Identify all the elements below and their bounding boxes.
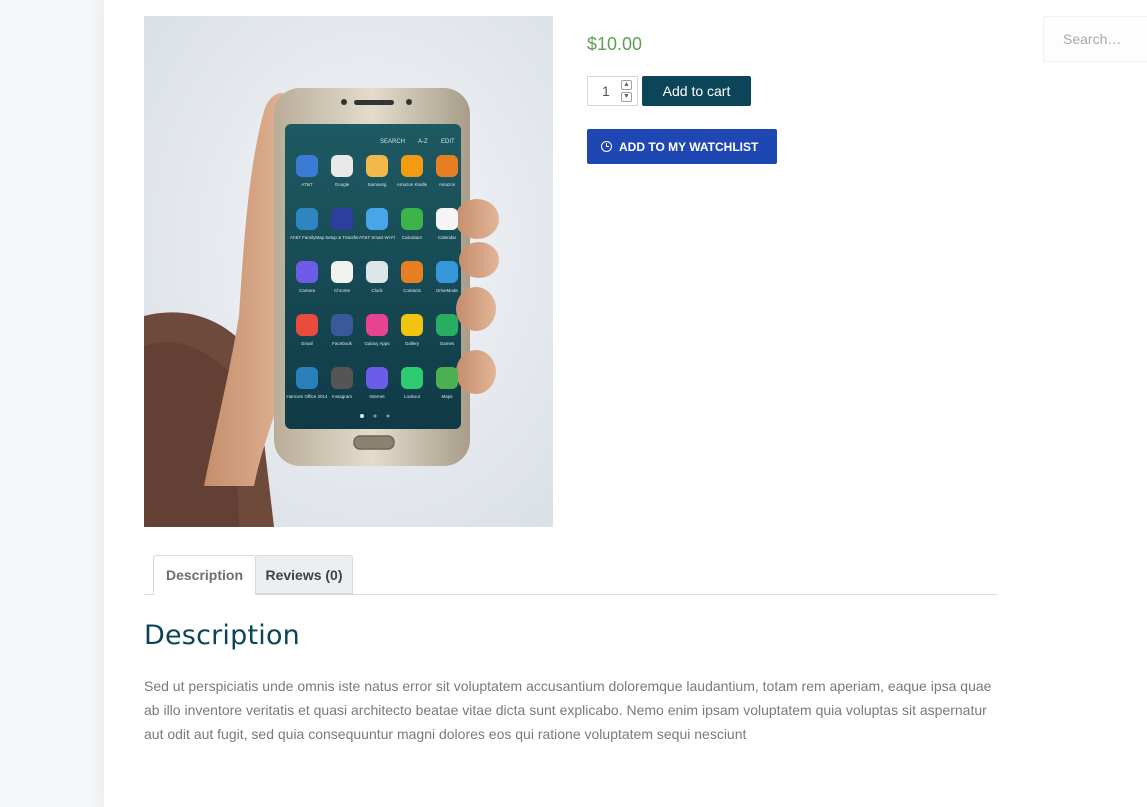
phone-app-icon [331,367,353,389]
phone-app-icon [366,155,388,177]
tab-reviews[interactable]: Reviews (0) [255,555,353,594]
search-box[interactable] [1043,16,1147,62]
quantity-stepper[interactable]: 1 ▲ ▼ [587,76,638,106]
quantity-value[interactable]: 1 [602,83,610,99]
phone-app-icon [401,367,423,389]
phone-app-label: Gallery [405,341,420,346]
phone-app-icon [296,314,318,336]
description-heading: Description [144,620,300,651]
phone-illustration: SEARCH A-Z EDIT AT&T Google Samsung Amazon … [144,16,553,527]
phone-app-icon [331,208,353,230]
phone-app-icon [436,261,458,283]
phone-app-label: Instagram [332,394,352,399]
phone-app-label: Internet [369,394,385,399]
phone-app-label: Calculator [402,235,423,240]
phone-app-label: Samsung [367,182,387,187]
increment-icon[interactable]: ▲ [621,80,632,90]
tab-description[interactable]: Description [153,555,256,595]
phone-app-label: Email [301,341,312,346]
phone-app-label: Hancom Office 2014 [287,394,328,399]
phone-app-label: Calendar [438,235,457,240]
add-to-cart-button[interactable]: Add to cart [642,76,751,106]
phone-app-icon [436,155,458,177]
phone-app-icon [366,314,388,336]
phone-app-icon [296,367,318,389]
phone-app-icon [366,261,388,283]
phone-app-label: AT&T Smart Wi-Fi [359,235,395,240]
phone-app-icon [436,314,458,336]
phone-app-icon [436,367,458,389]
phone-app-label: DriveMode [436,288,458,293]
phone-app-icon [331,314,353,336]
phone-app-icon [296,155,318,177]
phone-app-label: Clock [371,288,383,293]
product-image[interactable]: SEARCH A-Z EDIT AT&T Google Samsung Amazon … [144,16,553,527]
phone-app-label: Facebook [332,341,353,346]
phone-app-icon [296,208,318,230]
phone-app-icon [401,314,423,336]
svg-text:A-Z: A-Z [418,139,428,145]
phone-app-label: AT&T FamilyMap [290,235,325,240]
phone-app-label: Contacts [403,288,422,293]
phone-app-label: Google [335,182,350,187]
description-text: Sed ut perspiciatis unde omnis iste natu… [144,678,992,742]
phone-app-label: Setup & Transfer [325,235,359,240]
clock-icon [601,141,612,152]
phone-app-icon [296,261,318,283]
watchlist-label: ADD TO MY WATCHLIST [619,139,759,154]
phone-app-label: AT&T [301,182,312,187]
phone-app-label: Camera [299,288,316,293]
phone-app-icon [436,208,458,230]
phone-app-label: Maps [441,394,453,399]
phone-app-label: Chrome [334,288,351,293]
phone-app-label: Amazon [439,182,456,187]
phone-app-label: Games [440,341,455,346]
phone-app-icon [366,367,388,389]
phone-app-icon [401,208,423,230]
product-price: $10.00 [587,34,643,54]
search-input[interactable] [1044,17,1147,61]
phone-app-icon [401,261,423,283]
svg-text:SEARCH: SEARCH [380,139,405,145]
phone-app-icon [401,155,423,177]
phone-app-icon [331,261,353,283]
phone-app-label: Lookout [404,394,421,399]
decrement-icon[interactable]: ▼ [621,92,632,102]
phone-app-icon [331,155,353,177]
phone-app-icon [366,208,388,230]
add-to-watchlist-button[interactable]: ADD TO MY WATCHLIST [587,129,777,164]
svg-text:EDIT: EDIT [441,139,455,145]
phone-app-label: Amazon Kindle [397,182,428,187]
phone-app-label: Galaxy Apps [364,341,390,346]
